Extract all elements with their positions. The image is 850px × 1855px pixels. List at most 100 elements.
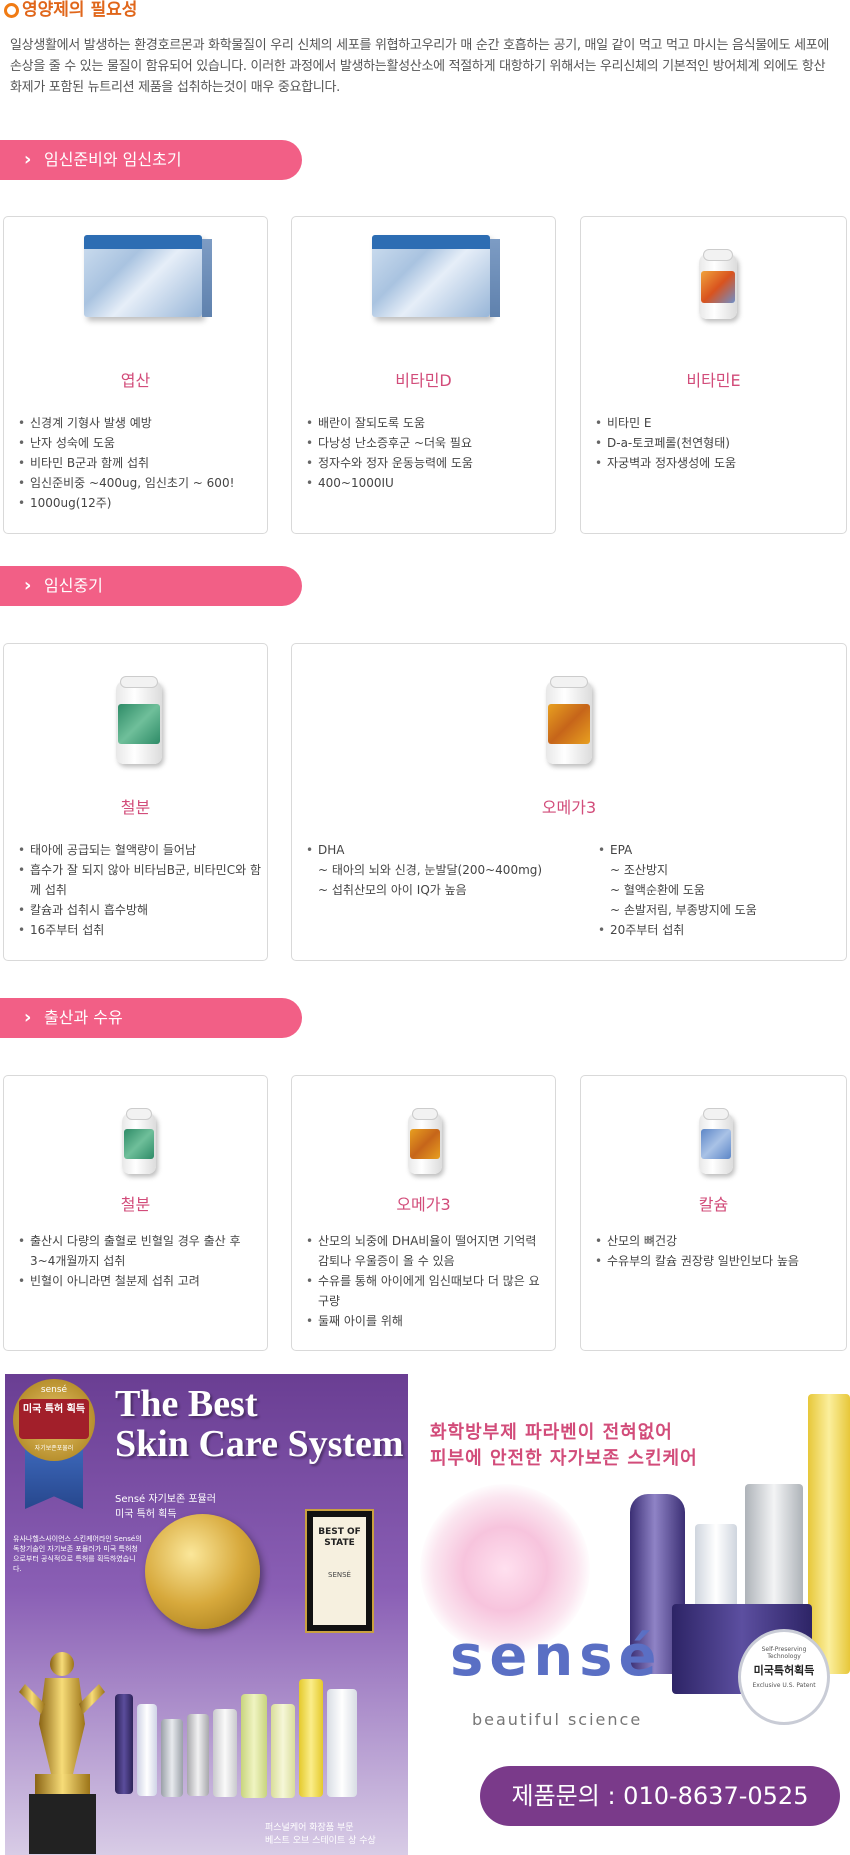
product-bottle-image <box>137 1704 157 1796</box>
product-bottle-image <box>408 1108 442 1174</box>
headline-line-1: The Best <box>115 1383 258 1425</box>
subtitle-line-1: Sensé 자기보존 포뮬러 <box>115 1494 216 1505</box>
product-bottle-image <box>122 1108 156 1174</box>
trophy-image <box>19 1652 105 1854</box>
product-bottle-image <box>299 1679 323 1797</box>
benefit-item: 난자 성숙에 도움 <box>16 433 261 453</box>
benefit-list: 배란이 잘되도록 도움 다낭성 난소증후군 ~더욱 필요 정자수와 정자 운동능… <box>304 413 549 493</box>
benefit-list: 출산시 다량의 출혈로 빈혈일 경우 출산 후 3~4개월까지 섭취 빈혈이 아… <box>16 1231 261 1291</box>
product-box-image <box>372 235 500 317</box>
product-card-vitamin-d: 비타민D 배란이 잘되도록 도움 다낭성 난소증후군 ~더욱 필요 정자수와 정… <box>291 216 556 534</box>
badge-top-text: Self-Preserving Technology <box>761 1646 807 1660</box>
chevron-right-icon: › <box>24 1007 32 1028</box>
headline-line-2: Skin Care System <box>115 1423 404 1465</box>
product-box-image <box>84 235 212 317</box>
product-name: 철분 <box>120 798 151 817</box>
benefit-item: 산모의 뇌중에 DHA비율이 떨어지면 기억력 감퇴나 우울증이 올 수 있음 <box>304 1231 549 1271</box>
product-bottle-image <box>699 249 737 319</box>
dha-list: DHA ~ 태아의 뇌와 신경, 눈발달(200~400mg) ~ 섭취산모의 … <box>304 840 574 900</box>
patent-badge: Self-Preserving Technology 미국특허획득 Exclus… <box>738 1629 830 1725</box>
product-name: 엽산 <box>120 371 151 390</box>
epa-list: EPA ~ 조산방지 ~ 혈액순환에 도움 ~ 손발저림, 부종방지에 도움 2… <box>596 840 836 940</box>
section-header-1: › 임신준비와 임신초기 <box>0 140 302 180</box>
product-tube-image <box>161 1719 183 1797</box>
product-bottle-image <box>546 676 592 764</box>
product-bottle-image <box>271 1704 295 1798</box>
benefit-subitem: ~ 손발저림, 부종방지에 도움 <box>610 903 757 917</box>
badge-subtext: Exclusive U.S. Patent <box>752 1682 816 1689</box>
sense-tagline: beautiful science <box>472 1710 643 1729</box>
benefit-item: 산모의 뼈건강 <box>593 1231 838 1251</box>
ad-headline: The Best Skin Care System <box>115 1384 404 1464</box>
chevron-right-icon: › <box>24 149 32 170</box>
product-bottle-image <box>808 1394 850 1674</box>
benefit-item: 16주부터 섭취 <box>16 920 261 940</box>
product-name: 철분 <box>120 1195 151 1214</box>
badge-text: 미국특허획득 <box>753 1664 815 1677</box>
benefit-item: D-a-토코페롤(천연형태) <box>593 433 838 453</box>
benefit-list: 산모의 뼈건강 수유부의 칼슘 권장량 일반인보다 높음 <box>593 1231 838 1271</box>
benefit-item: 비타민 E <box>593 413 838 433</box>
plaque-brand: SENSÉ <box>328 1571 351 1579</box>
benefit-item: 신경계 기형사 발생 예방 <box>16 413 261 433</box>
benefit-item: 다낭성 난소증후군 ~더욱 필요 <box>304 433 549 453</box>
product-card-vitamin-e: 비타민E 비타민 E D-a-토코페롤(천연형태) 자궁벽과 정자생성에 도움 <box>580 216 847 534</box>
benefit-item: 1000ug(12주) <box>16 493 261 513</box>
benefit-subitem: ~ 혈액순환에 도움 <box>610 883 705 897</box>
benefit-list: 산모의 뇌중에 DHA비율이 떨어지면 기억력 감퇴나 우울증이 올 수 있음 … <box>304 1231 549 1331</box>
benefit-list: 신경계 기형사 발생 예방 난자 성숙에 도움 비타민 B군과 함께 섭취 임신… <box>16 413 261 513</box>
ad-headline: 화학방부제 파라벤이 전혀없어 피부에 안전한 자가보존 스킨케어 <box>430 1420 698 1472</box>
product-bottle-image <box>699 1108 733 1174</box>
product-name: 비타민D <box>395 371 452 390</box>
benefit-item: 임신준비중 ~400ug, 임신초기 ~ 600! <box>16 473 261 493</box>
product-name: 오메가3 <box>396 1195 451 1214</box>
section-title: 임신중기 <box>44 576 103 595</box>
product-name: 오메가3 <box>541 798 597 817</box>
seal-subtext: 자기보존포뮬러 <box>34 1445 74 1452</box>
product-card-iron-postpartum: 철분 출산시 다량의 출혈로 빈혈일 경우 출산 후 3~4개월까지 섭취 빈혈… <box>3 1075 268 1351</box>
benefit-item: 둘째 아이를 위해 <box>304 1311 549 1331</box>
benefit-item: 20주부터 섭취 <box>596 920 836 940</box>
product-bottle-image <box>115 1694 133 1794</box>
contact-button[interactable]: 제품문의 : 010-8637-0525 <box>480 1766 840 1826</box>
benefit-list: 비타민 E D-a-토코페롤(천연형태) 자궁벽과 정자생성에 도움 <box>593 413 838 473</box>
benefit-item: 칼슘과 섭취시 흡수방해 <box>16 900 261 920</box>
title-bullet-icon <box>4 3 19 18</box>
benefit-item: 수유를 통해 아이에게 임신때보다 더 많은 요구량 <box>304 1271 549 1311</box>
product-tube-image <box>213 1709 237 1797</box>
benefit-item: EPA <box>596 840 836 860</box>
award-plaque-image: BEST OF STATE SENSÉ <box>305 1509 374 1633</box>
benefit-subitem: ~ 조산방지 <box>610 863 669 877</box>
benefit-item: 태아에 공급되는 혈액량이 들어남 <box>16 840 261 860</box>
section-title: 임신준비와 임신초기 <box>44 150 182 169</box>
product-bottle-image <box>116 676 162 764</box>
page-title: 영양제의 필요성 <box>22 0 138 20</box>
caption-line-2: 베스트 오브 스테이트 상 수상 <box>265 1836 376 1846</box>
benefit-item: 출산시 다량의 출혈로 빈혈일 경우 출산 후 3~4개월까지 섭취 <box>16 1231 261 1271</box>
product-card-omega3: 오메가3 DHA ~ 태아의 뇌와 신경, 눈발달(200~400mg) ~ 섭… <box>291 643 847 961</box>
benefit-item: 400~1000IU <box>304 473 549 493</box>
product-name: 비타민E <box>686 371 741 390</box>
chevron-right-icon: › <box>24 575 32 596</box>
sense-logo: sensé <box>450 1624 663 1689</box>
product-card-omega3-postpartum: 오메가3 산모의 뇌중에 DHA비율이 떨어지면 기억력 감퇴나 우울증이 올 … <box>291 1075 556 1351</box>
benefit-item: 자궁벽과 정자생성에 도움 <box>593 453 838 473</box>
benefit-item: DHA <box>304 840 574 860</box>
headline-line-1: 화학방부제 파라벤이 전혀없어 <box>430 1422 673 1443</box>
benefit-item: 수유부의 칼슘 권장량 일반인보다 높음 <box>593 1251 838 1271</box>
benefit-list: 태아에 공급되는 혈액량이 들어남 흡수가 잘 되지 않아 비타님B군, 비타민… <box>16 840 261 940</box>
benefit-item: 배란이 잘되도록 도움 <box>304 413 549 433</box>
caption-line-1: 퍼스널케어 화장품 부문 <box>265 1823 354 1833</box>
plaque-title: BEST OF STATE <box>318 1527 361 1548</box>
product-bottle-image <box>241 1694 267 1798</box>
section-header-2: › 임신중기 <box>0 566 302 606</box>
product-name: 칼슘 <box>698 1195 729 1214</box>
patent-seal-icon: sensé 미국 특허 획득 자기보존포뮬러 <box>13 1379 95 1529</box>
section-header-3: › 출산과 수유 <box>0 998 302 1038</box>
seal-text: 미국 특허 획득 <box>22 1404 86 1415</box>
seal-brand: sensé <box>40 1385 68 1395</box>
benefit-subitem: ~ 태아의 뇌와 신경, 눈발달(200~400mg) <box>318 863 543 877</box>
intro-paragraph: 일상생활에서 발생하는 환경호르몬과 화학물질이 우리 신체의 세포를 위협하고… <box>10 38 830 95</box>
benefit-subitem: ~ 섭취산모의 아이 IQ가 높음 <box>318 883 467 897</box>
gold-medal-image <box>145 1514 260 1629</box>
